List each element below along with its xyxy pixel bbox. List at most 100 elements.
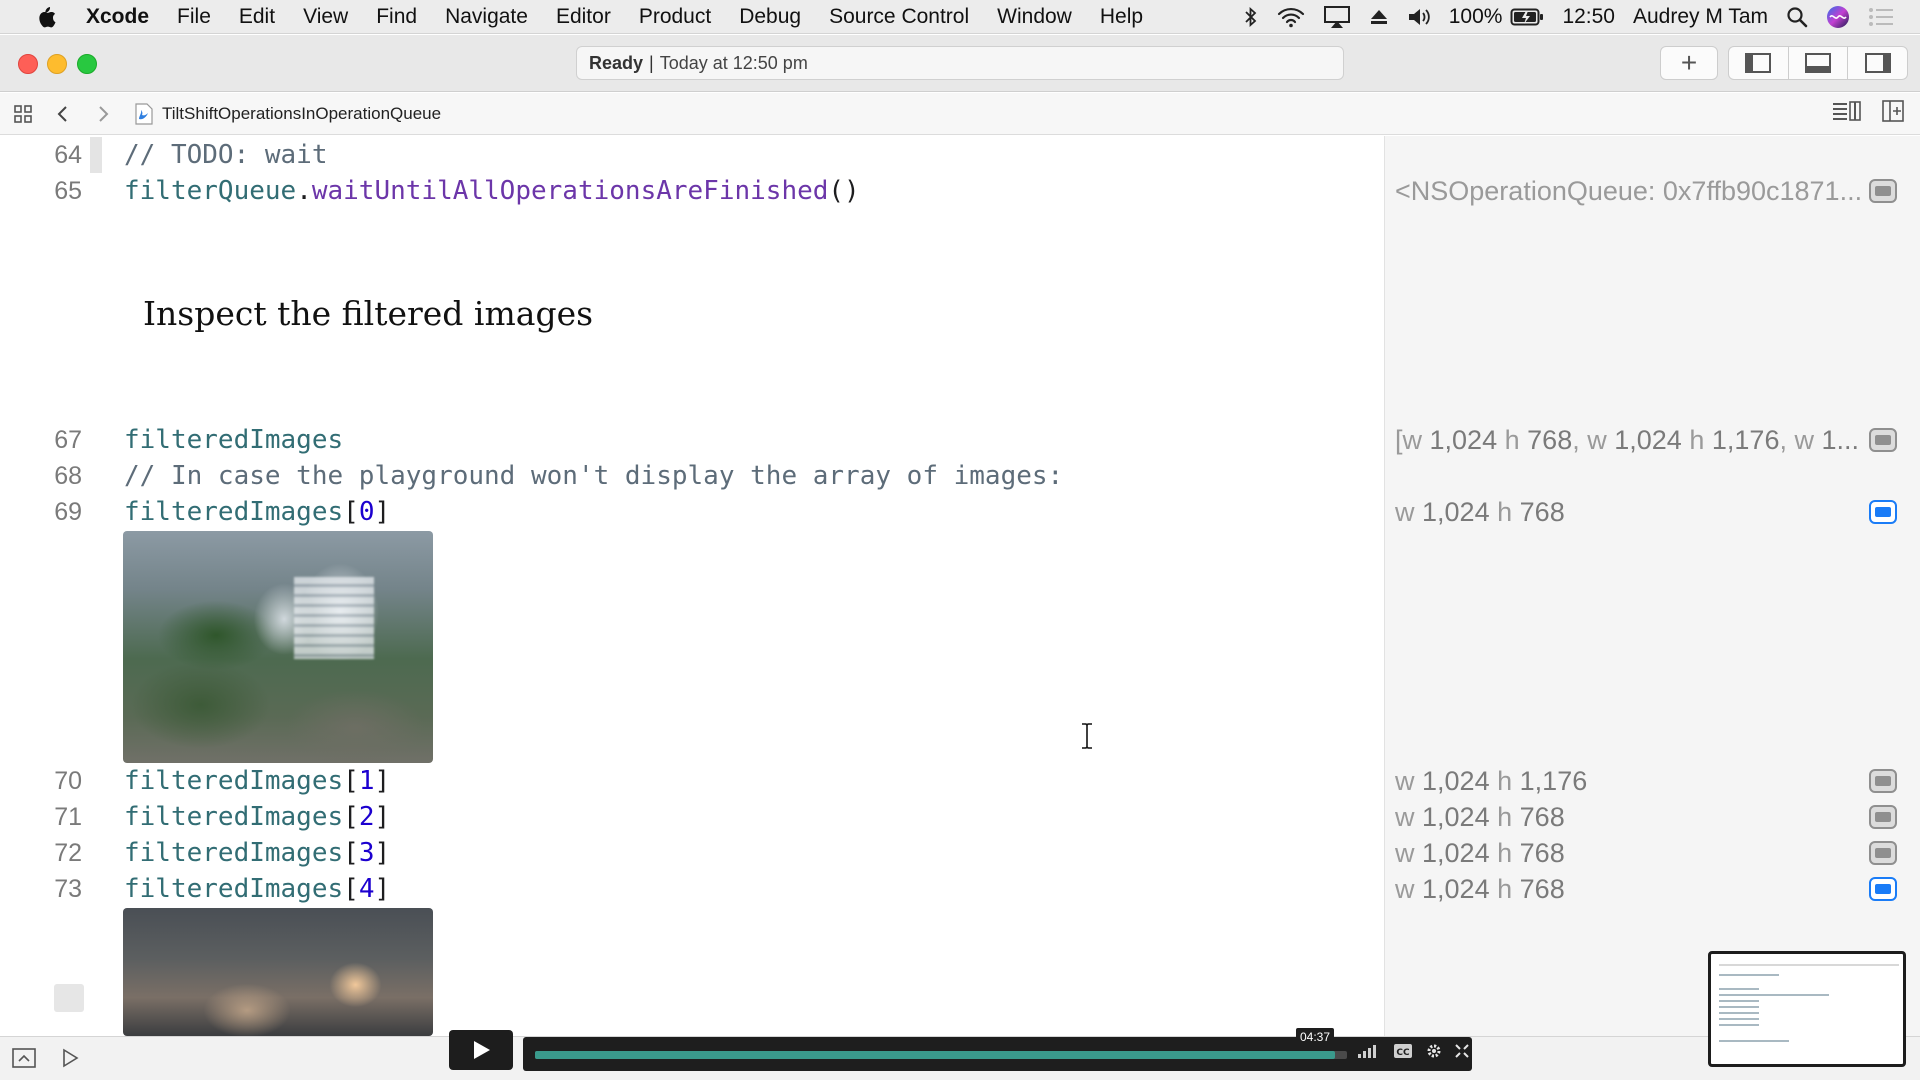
code-line[interactable]: 71 filteredImages[2] xyxy=(0,799,1384,835)
menu-view[interactable]: View xyxy=(289,5,362,29)
library-add-button[interactable]: + xyxy=(1660,46,1718,80)
toggle-debug-area-button[interactable] xyxy=(1789,47,1849,79)
menu-product[interactable]: Product xyxy=(625,5,725,29)
result-h-label: h xyxy=(1504,424,1520,455)
left-panel-icon xyxy=(1745,53,1772,73)
back-chevron-icon[interactable] xyxy=(46,104,80,124)
hide-debug-area-icon[interactable] xyxy=(12,1047,36,1069)
code-identifier: filteredImages xyxy=(124,838,344,868)
code-line[interactable]: 67 filteredImages xyxy=(0,422,1384,458)
breadcrumb-file-name[interactable]: TiltShiftOperationsInOperationQueue xyxy=(162,104,441,124)
code-line[interactable]: 70 filteredImages[1] xyxy=(0,763,1384,799)
result-w-label: w xyxy=(1395,873,1415,904)
code-number: 2 xyxy=(358,802,375,832)
siri-icon[interactable] xyxy=(1826,5,1850,29)
fullscreen-icon[interactable] xyxy=(1455,1044,1469,1063)
editor-options-icon[interactable] xyxy=(1832,100,1862,127)
line-number: 71 xyxy=(54,802,82,831)
code-line[interactable]: 65 filterQueue.waitUntilAllOperationsAre… xyxy=(0,173,1384,209)
toggle-inspector-button[interactable] xyxy=(1848,47,1907,79)
code-line[interactable]: 64 // TODO: wait xyxy=(0,137,1384,173)
closed-captions-icon[interactable]: CC xyxy=(1393,1043,1413,1064)
quick-look-button[interactable] xyxy=(1869,805,1897,829)
line-number: 69 xyxy=(54,497,82,526)
eject-icon[interactable] xyxy=(1369,7,1389,27)
breadcrumb[interactable]: TiltShiftOperationsInOperationQueue xyxy=(134,102,441,125)
menu-window[interactable]: Window xyxy=(983,5,1086,29)
window-zoom-button[interactable] xyxy=(77,54,97,74)
result-bracket: [w xyxy=(1395,424,1422,455)
menu-navigate[interactable]: Navigate xyxy=(431,5,542,29)
code-identifier: filterQueue xyxy=(124,176,297,206)
source-editor[interactable]: 64 // TODO: wait 65 filterQueue.waitUnti… xyxy=(0,136,1384,1036)
code-line[interactable]: 73 filteredImages[4] xyxy=(0,871,1384,907)
window-close-button[interactable] xyxy=(18,54,38,74)
code-line[interactable]: 68 // In case the playground won't displ… xyxy=(0,458,1384,494)
menu-clock[interactable]: 12:50 xyxy=(1562,5,1615,29)
code-bracket: ] xyxy=(374,497,391,527)
related-items-grid-icon[interactable] xyxy=(6,104,40,124)
result-width: 1,024 xyxy=(1422,873,1490,904)
menu-file[interactable]: File xyxy=(163,5,225,29)
menu-find[interactable]: Find xyxy=(362,5,431,29)
menu-help[interactable]: Help xyxy=(1086,5,1157,29)
menu-debug[interactable]: Debug xyxy=(725,5,815,29)
forward-chevron-icon[interactable] xyxy=(86,104,120,124)
result-row: w 1,024 h 768 xyxy=(1395,799,1905,835)
settings-gear-icon[interactable] xyxy=(1426,1043,1442,1064)
result-value: <NSOperationQueue: 0x7ffb90c1871... xyxy=(1395,175,1863,206)
quick-look-button[interactable] xyxy=(1869,841,1897,865)
code-identifier: filteredImages xyxy=(124,497,344,527)
quick-look-button[interactable] xyxy=(1869,428,1897,452)
run-playground-icon[interactable] xyxy=(58,1047,82,1069)
volume-bars-icon[interactable] xyxy=(1358,1044,1380,1063)
run-line-marker[interactable] xyxy=(54,984,84,1012)
code-bracket: ] xyxy=(374,766,391,796)
line-number: 68 xyxy=(54,461,82,490)
add-editor-icon[interactable] xyxy=(1882,100,1904,127)
show-result-button[interactable] xyxy=(1869,877,1897,901)
right-panel-icon xyxy=(1864,53,1891,73)
spotlight-icon[interactable] xyxy=(1786,6,1808,28)
notification-center-icon[interactable] xyxy=(1868,7,1894,27)
menu-user-name[interactable]: Audrey M Tam xyxy=(1633,5,1768,29)
jump-bar: TiltShiftOperationsInOperationQueue xyxy=(0,93,1920,135)
toggle-navigator-button[interactable] xyxy=(1729,47,1789,79)
svg-text:CC: CC xyxy=(1396,1048,1410,1058)
wifi-icon[interactable] xyxy=(1277,6,1305,28)
play-icon xyxy=(474,1041,490,1059)
line-number: 64 xyxy=(54,140,82,169)
apple-icon[interactable] xyxy=(26,5,66,29)
inline-result-image[interactable] xyxy=(123,531,433,763)
menu-app-xcode[interactable]: Xcode xyxy=(66,5,163,29)
result-height: 768 xyxy=(1519,837,1565,868)
code-bracket: [ xyxy=(343,802,359,832)
video-progress-track[interactable] xyxy=(535,1051,1347,1059)
code-line[interactable]: 72 filteredImages[3] xyxy=(0,835,1384,871)
airplay-icon[interactable] xyxy=(1323,5,1351,29)
result-height: 768 xyxy=(1519,496,1565,527)
window-minimize-button[interactable] xyxy=(47,54,67,74)
code-bracket: [ xyxy=(343,497,359,527)
quick-look-button[interactable] xyxy=(1869,179,1897,203)
show-result-button[interactable] xyxy=(1869,500,1897,524)
inline-result-image[interactable] xyxy=(123,908,433,1036)
code-line[interactable]: 69 filteredImages[0] xyxy=(0,494,1384,530)
volume-icon[interactable] xyxy=(1407,6,1431,28)
results-sidebar: <NSOperationQueue: 0x7ffb90c1871... [w 1… xyxy=(1384,136,1920,1036)
quick-look-button[interactable] xyxy=(1869,769,1897,793)
battery-icon[interactable] xyxy=(1510,7,1544,27)
bluetooth-icon[interactable] xyxy=(1243,5,1259,29)
editor-options xyxy=(1832,100,1920,127)
video-play-button[interactable] xyxy=(449,1030,513,1070)
video-timestamp: 04:37 xyxy=(1296,1028,1335,1045)
battery-percent: 100% xyxy=(1448,4,1503,28)
menu-source-control[interactable]: Source Control xyxy=(815,5,983,29)
line-number: 72 xyxy=(54,838,82,867)
code-bracket: [ xyxy=(343,838,359,868)
menu-edit[interactable]: Edit xyxy=(225,5,289,29)
ibeam-cursor-icon xyxy=(1082,723,1092,749)
menu-editor[interactable]: Editor xyxy=(542,5,625,29)
bottom-panel-icon xyxy=(1805,53,1831,73)
result-width: 1,024 xyxy=(1429,424,1498,455)
